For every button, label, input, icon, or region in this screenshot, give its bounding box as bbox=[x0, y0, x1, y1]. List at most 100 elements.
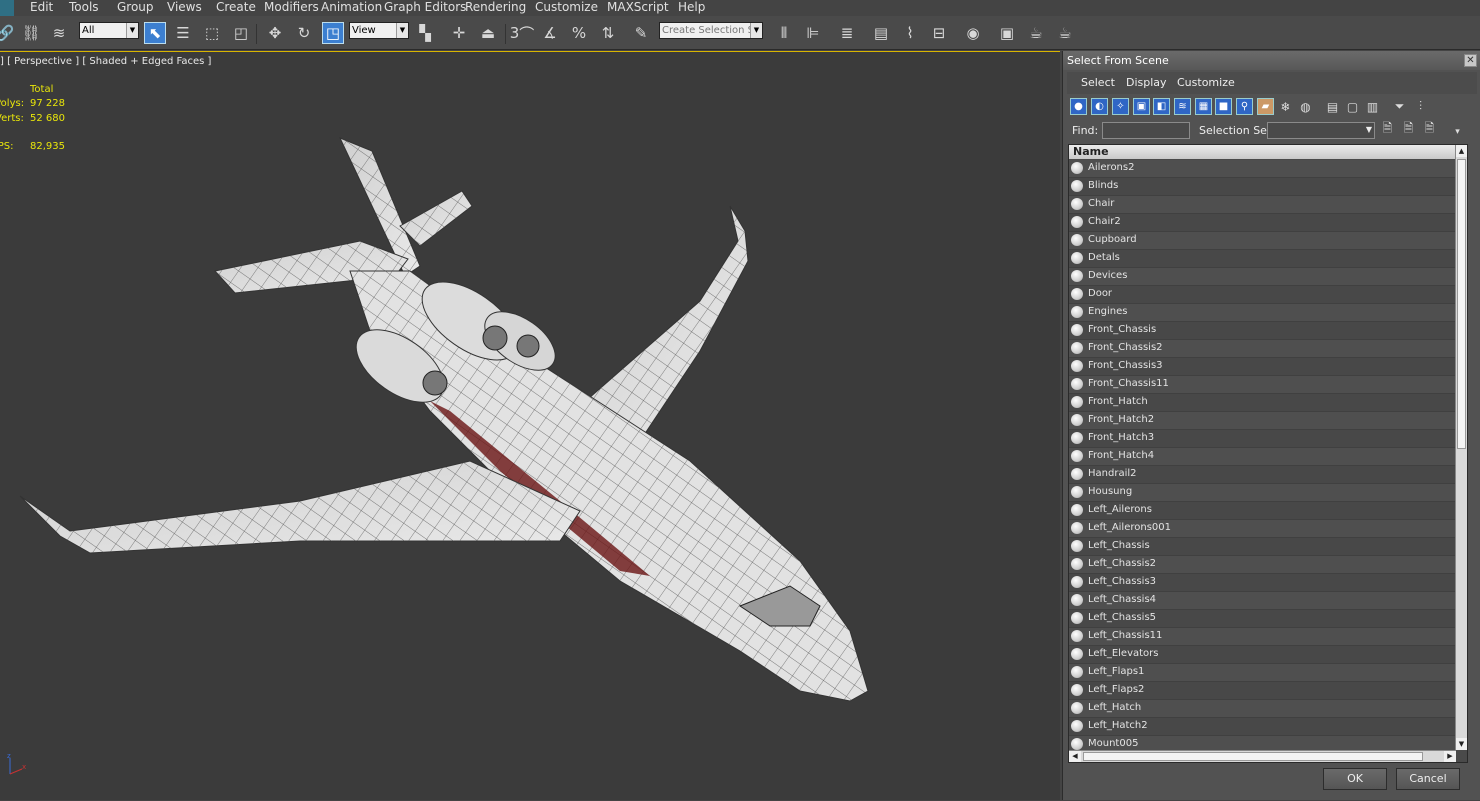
list-item[interactable]: Front_Chassis bbox=[1069, 322, 1456, 340]
display-all-icon[interactable]: ▤ bbox=[1324, 98, 1341, 115]
list-item[interactable]: Left_Chassis4 bbox=[1069, 592, 1456, 610]
menu-help[interactable]: Help bbox=[678, 0, 705, 15]
more-options-icon[interactable]: ▾ bbox=[1449, 123, 1466, 140]
percent-snap-icon[interactable]: % bbox=[568, 22, 590, 44]
list-item[interactable]: Left_Chassis11 bbox=[1069, 628, 1456, 646]
vertical-scrollbar[interactable]: ▲ ▼ bbox=[1455, 145, 1467, 750]
airplane-model[interactable] bbox=[0, 52, 1060, 801]
select-rotate-icon[interactable]: ↻ bbox=[293, 22, 315, 44]
mirror-icon[interactable]: ⫴ bbox=[773, 22, 795, 44]
menu-animation[interactable]: Animation bbox=[321, 0, 382, 15]
find-input[interactable] bbox=[1102, 122, 1190, 139]
scroll-right-icon[interactable]: ▶ bbox=[1444, 751, 1456, 762]
display-containers-icon[interactable]: ▰ bbox=[1257, 98, 1274, 115]
display-lights-icon[interactable]: ✧ bbox=[1112, 98, 1129, 115]
dialog-menu-display[interactable]: Display bbox=[1126, 76, 1167, 89]
display-shapes-icon[interactable]: ◐ bbox=[1091, 98, 1108, 115]
app-icon[interactable] bbox=[0, 0, 14, 16]
chevron-down-icon[interactable]: ▼ bbox=[396, 23, 408, 38]
angle-snap-icon[interactable]: ∡ bbox=[539, 22, 561, 44]
material-editor-icon[interactable]: ◉ bbox=[962, 22, 984, 44]
list-item[interactable]: Left_Chassis bbox=[1069, 538, 1456, 556]
list-item[interactable]: Left_Chassis5 bbox=[1069, 610, 1456, 628]
align-icon[interactable]: ⊫ bbox=[802, 22, 824, 44]
list-item[interactable]: Cupboard bbox=[1069, 232, 1456, 250]
create-selection-set-icon[interactable]: 🗎 bbox=[1379, 121, 1396, 138]
close-icon[interactable]: ✕ bbox=[1464, 54, 1477, 67]
rectangular-selection-icon[interactable]: ⬚ bbox=[201, 22, 223, 44]
horizontal-scrollbar[interactable]: ◀ ▶ bbox=[1069, 750, 1456, 762]
list-item[interactable]: Devices bbox=[1069, 268, 1456, 286]
scroll-thumb[interactable] bbox=[1457, 159, 1466, 449]
list-item[interactable]: Engines bbox=[1069, 304, 1456, 322]
display-frozen-icon[interactable]: ❄ bbox=[1277, 98, 1294, 115]
select-scale-icon[interactable]: ◳ bbox=[322, 22, 344, 44]
curve-editor-icon[interactable]: ⌇ bbox=[899, 22, 921, 44]
menu-graph-editors[interactable]: Graph Editors bbox=[384, 0, 466, 15]
chevron-down-icon[interactable]: ▼ bbox=[750, 23, 762, 38]
add-to-selection-set-icon[interactable]: 🗎 bbox=[1400, 121, 1417, 138]
menu-group[interactable]: Group bbox=[117, 0, 154, 15]
display-invert-icon[interactable]: ▥ bbox=[1364, 98, 1381, 115]
keyboard-shortcut-override-icon[interactable]: ⏏ bbox=[477, 22, 499, 44]
list-item[interactable]: Left_Chassis2 bbox=[1069, 556, 1456, 574]
list-item[interactable]: Front_Hatch2 bbox=[1069, 412, 1456, 430]
list-item[interactable]: Front_Hatch bbox=[1069, 394, 1456, 412]
unlink-icon[interactable]: ⛓ bbox=[20, 22, 42, 44]
scroll-up-icon[interactable]: ▲ bbox=[1456, 145, 1467, 157]
display-cameras-icon[interactable]: ▣ bbox=[1133, 98, 1150, 115]
list-item[interactable]: Left_Ailerons bbox=[1069, 502, 1456, 520]
dialog-menu-select[interactable]: Select bbox=[1081, 76, 1115, 89]
list-item[interactable]: Front_Chassis11 bbox=[1069, 376, 1456, 394]
chevron-down-icon[interactable]: ▼ bbox=[126, 23, 138, 38]
select-by-name-icon[interactable]: ☰ bbox=[172, 22, 194, 44]
pivot-center-icon[interactable]: ▚ bbox=[414, 22, 436, 44]
menu-views[interactable]: Views bbox=[167, 0, 202, 15]
display-groups-icon[interactable]: ▦ bbox=[1195, 98, 1212, 115]
list-item[interactable]: Ailerons2 bbox=[1069, 160, 1456, 178]
list-item[interactable]: Door bbox=[1069, 286, 1456, 304]
display-bones-icon[interactable]: ⚲ bbox=[1236, 98, 1253, 115]
list-item[interactable]: Left_Elevators bbox=[1069, 646, 1456, 664]
schematic-view-icon[interactable]: ⊟ bbox=[928, 22, 950, 44]
dialog-menu-customize[interactable]: Customize bbox=[1177, 76, 1235, 89]
list-item[interactable]: Front_Hatch4 bbox=[1069, 448, 1456, 466]
list-item[interactable]: Chair2 bbox=[1069, 214, 1456, 232]
menu-tools[interactable]: Tools bbox=[69, 0, 99, 15]
reference-coordinate-dropdown[interactable]: View ▼ bbox=[349, 22, 409, 39]
list-item[interactable]: Front_Chassis2 bbox=[1069, 340, 1456, 358]
list-item[interactable]: Housung bbox=[1069, 484, 1456, 502]
list-item[interactable]: Left_Chassis3 bbox=[1069, 574, 1456, 592]
display-xrefs-icon[interactable]: ■ bbox=[1215, 98, 1232, 115]
spinner-snap-icon[interactable]: ⇅ bbox=[597, 22, 619, 44]
list-item[interactable]: Left_Flaps1 bbox=[1069, 664, 1456, 682]
menu-customize[interactable]: Customize bbox=[535, 0, 598, 15]
scroll-left-icon[interactable]: ◀ bbox=[1069, 751, 1081, 762]
edit-named-selection-icon[interactable]: ✎ bbox=[630, 22, 652, 44]
list-item[interactable]: Left_Hatch bbox=[1069, 700, 1456, 718]
window-crossing-icon[interactable]: ◰ bbox=[230, 22, 252, 44]
selection-filter-dropdown[interactable]: All ▼ bbox=[79, 22, 139, 39]
link-icon[interactable]: 🔗 bbox=[0, 22, 16, 44]
dialog-title-bar[interactable]: Select From Scene ✕ bbox=[1063, 51, 1480, 70]
menu-maxscript[interactable]: MAXScript bbox=[607, 0, 669, 15]
list-item[interactable]: Handrail2 bbox=[1069, 466, 1456, 484]
list-item[interactable]: Left_Flaps2 bbox=[1069, 682, 1456, 700]
rendered-frame-window-icon[interactable]: ☕ bbox=[1025, 22, 1047, 44]
perspective-viewport[interactable]: ] [ Perspective ] [ Shaded + Edged Faces… bbox=[0, 51, 1060, 800]
list-item[interactable]: Blinds bbox=[1069, 178, 1456, 196]
list-item[interactable]: Front_Hatch3 bbox=[1069, 430, 1456, 448]
list-item[interactable]: Left_Ailerons001 bbox=[1069, 520, 1456, 538]
remove-from-selection-set-icon[interactable]: 🗎 bbox=[1421, 121, 1438, 138]
display-space-warps-icon[interactable]: ≋ bbox=[1174, 98, 1191, 115]
list-item[interactable]: Detals bbox=[1069, 250, 1456, 268]
select-move-icon[interactable]: ✥ bbox=[264, 22, 286, 44]
scroll-down-icon[interactable]: ▼ bbox=[1456, 738, 1467, 750]
list-item[interactable]: Chair bbox=[1069, 196, 1456, 214]
display-helpers-icon[interactable]: ◧ bbox=[1153, 98, 1170, 115]
list-item[interactable]: Front_Chassis3 bbox=[1069, 358, 1456, 376]
ok-button[interactable]: OK bbox=[1323, 768, 1387, 790]
bind-space-warp-icon[interactable]: ≋ bbox=[48, 22, 70, 44]
display-none-icon[interactable]: ▢ bbox=[1344, 98, 1361, 115]
chevron-down-icon[interactable]: ▼ bbox=[1366, 125, 1372, 134]
